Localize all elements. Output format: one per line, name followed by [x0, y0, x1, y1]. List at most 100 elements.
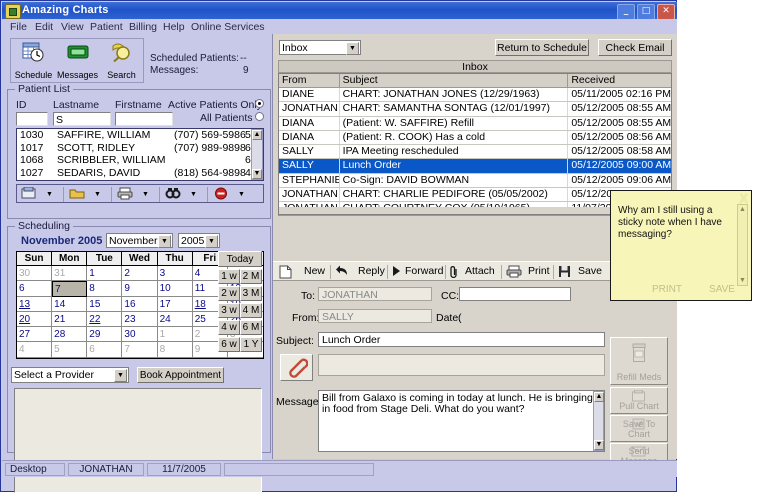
- table-row[interactable]: 1068 SCRIBBLER, WILLIAM 6: [17, 154, 250, 167]
- calendar-day[interactable]: 1: [87, 266, 122, 281]
- new-patient-icon[interactable]: [19, 187, 39, 202]
- range-6m-button[interactable]: 6 M: [240, 320, 262, 335]
- range-4m-button[interactable]: 4 M: [240, 303, 262, 318]
- column-header-from[interactable]: From: [279, 74, 340, 87]
- column-header-subject[interactable]: Subject: [340, 74, 569, 87]
- month-select[interactable]: November ▼: [106, 233, 173, 248]
- calendar-day[interactable]: 29: [87, 327, 122, 342]
- refill-meds-button[interactable]: Refill Meds: [610, 337, 668, 385]
- calendar-day[interactable]: 6: [87, 342, 122, 357]
- year-select[interactable]: 2005 ▼: [178, 233, 220, 248]
- subject-field[interactable]: Lunch Order: [318, 332, 605, 347]
- mail-folder-select[interactable]: Inbox ▼: [279, 40, 361, 55]
- chevron-down-icon[interactable]: ▼: [158, 235, 171, 248]
- table-row[interactable]: 1027 SEDARIS, DAVID (818) 564-9898 40: [17, 167, 250, 180]
- sticky-note-print-button[interactable]: PRINT: [641, 283, 693, 297]
- open-folder-dropdown-icon[interactable]: ▼: [93, 190, 102, 199]
- range-1y-button[interactable]: 1 Y: [240, 337, 262, 352]
- delete-dropdown-icon[interactable]: ▼: [237, 190, 246, 199]
- forward-arrow-icon[interactable]: [392, 265, 404, 279]
- attach-button[interactable]: Attach: [465, 265, 495, 277]
- calendar-day[interactable]: 21: [52, 312, 87, 327]
- new-page-icon[interactable]: [279, 265, 295, 279]
- chevron-down-icon[interactable]: ▼: [205, 235, 218, 248]
- calendar-day[interactable]: 31: [52, 266, 87, 281]
- maximize-button[interactable]: □: [637, 4, 655, 20]
- column-header-received[interactable]: Received: [568, 74, 671, 87]
- menu-item-patient[interactable]: Patient: [90, 21, 123, 33]
- range-2m-button[interactable]: 2 M: [240, 269, 262, 284]
- messages-button[interactable]: Messages: [56, 40, 99, 81]
- calendar-day[interactable]: 1: [158, 327, 193, 342]
- forward-button[interactable]: Forward: [405, 265, 444, 277]
- calendar-day[interactable]: 3: [158, 266, 193, 281]
- find-icon[interactable]: [163, 187, 183, 202]
- print-dropdown-icon[interactable]: ▼: [141, 190, 150, 199]
- calendar-day[interactable]: 20: [17, 312, 52, 327]
- minimize-button[interactable]: _: [617, 4, 635, 20]
- table-row[interactable]: STEPHANIE Co-Sign: DAVID BOWMAN 05/12/20…: [279, 174, 671, 188]
- calendar-day[interactable]: 16: [122, 297, 157, 312]
- calendar-day[interactable]: 8: [158, 342, 193, 357]
- reply-arrow-icon[interactable]: [335, 265, 351, 279]
- menu-item-view[interactable]: View: [61, 21, 84, 33]
- all-patients-radio[interactable]: [255, 112, 264, 121]
- calendar-day[interactable]: 28: [52, 327, 87, 342]
- menu-item-edit[interactable]: Edit: [35, 21, 53, 33]
- table-row[interactable]: DIANE CHART: JONATHAN JONES (12/29/1963)…: [279, 88, 671, 102]
- message-body-scrollbar[interactable]: ▲ ▼: [593, 391, 604, 451]
- book-appointment-button[interactable]: Book Appointment: [137, 367, 224, 383]
- calendar-day[interactable]: 24: [158, 312, 193, 327]
- range-1w-button[interactable]: 1 w: [218, 269, 240, 284]
- calendar-day[interactable]: 27: [17, 327, 52, 342]
- calendar-day[interactable]: 2: [122, 266, 157, 281]
- schedule-button[interactable]: Schedule: [12, 40, 55, 81]
- calendar-day[interactable]: 30: [17, 266, 52, 281]
- scroll-up-icon[interactable]: ▲: [252, 130, 262, 140]
- to-field[interactable]: JONATHAN: [318, 287, 432, 301]
- search-button[interactable]: Search: [100, 40, 143, 81]
- calendar-day[interactable]: 13: [17, 297, 52, 312]
- sticky-note-text[interactable]: Why am I still using a sticky note when …: [618, 205, 730, 241]
- active-patients-only-radio[interactable]: [255, 99, 264, 108]
- menu-item-help[interactable]: Help: [163, 21, 185, 33]
- return-to-schedule-button[interactable]: Return to Schedule: [495, 39, 589, 56]
- cc-field[interactable]: [459, 287, 571, 301]
- pull-chart-button[interactable]: Pull Chart: [610, 387, 668, 414]
- table-row[interactable]: DIANA (Patient: R. COOK) Has a cold 05/1…: [279, 131, 671, 145]
- scroll-down-icon[interactable]: ▼: [252, 169, 262, 179]
- calendar-day[interactable]: 5: [52, 342, 87, 357]
- menu-item-file[interactable]: File: [10, 21, 27, 33]
- provider-select[interactable]: Select a Provider ▼: [11, 367, 129, 383]
- scroll-down-icon[interactable]: ▼: [594, 440, 604, 450]
- close-button[interactable]: ✕: [657, 4, 675, 20]
- new-message-button[interactable]: New: [304, 265, 325, 277]
- table-row[interactable]: JONATHAN CHART: SAMANTHA SONTAG (12/01/1…: [279, 102, 671, 116]
- range-3m-button[interactable]: 3 M: [240, 286, 262, 301]
- calendar-day[interactable]: 17: [158, 297, 193, 312]
- save-button[interactable]: Save: [578, 265, 602, 277]
- calendar-day[interactable]: 23: [122, 312, 157, 327]
- calendar-day[interactable]: 30: [122, 327, 157, 342]
- calendar-day[interactable]: 7: [122, 342, 157, 357]
- calendar-day[interactable]: 4: [17, 342, 52, 357]
- patient-list-scrollbar[interactable]: ▲ ▼: [251, 129, 263, 180]
- scroll-up-icon[interactable]: ▲: [738, 205, 747, 214]
- table-row[interactable]: DIANA (Patient: W. SAFFIRE) Refill 05/12…: [279, 117, 671, 131]
- patient-firstname-input[interactable]: [115, 112, 173, 126]
- calendar-day[interactable]: 8: [87, 281, 122, 296]
- new-patient-dropdown-icon[interactable]: ▼: [45, 190, 54, 199]
- range-3w-button[interactable]: 3 w: [218, 303, 240, 318]
- sticky-note-save-button[interactable]: SAVE: [696, 283, 748, 297]
- appointment-area[interactable]: [14, 388, 262, 493]
- patient-lastname-input[interactable]: S: [53, 112, 111, 126]
- find-dropdown-icon[interactable]: ▼: [189, 190, 198, 199]
- paperclip-icon[interactable]: [450, 265, 462, 279]
- patient-results-list[interactable]: 1030 SAFFIRE, WILLIAM (707) 569-5986 59 …: [16, 128, 264, 181]
- printer-icon[interactable]: [506, 265, 524, 279]
- delete-icon[interactable]: [211, 187, 231, 202]
- chevron-down-icon[interactable]: ▼: [346, 42, 359, 55]
- print-button[interactable]: Print: [528, 265, 550, 277]
- calendar-day[interactable]: 9: [122, 281, 157, 296]
- calendar-day[interactable]: 14: [52, 297, 87, 312]
